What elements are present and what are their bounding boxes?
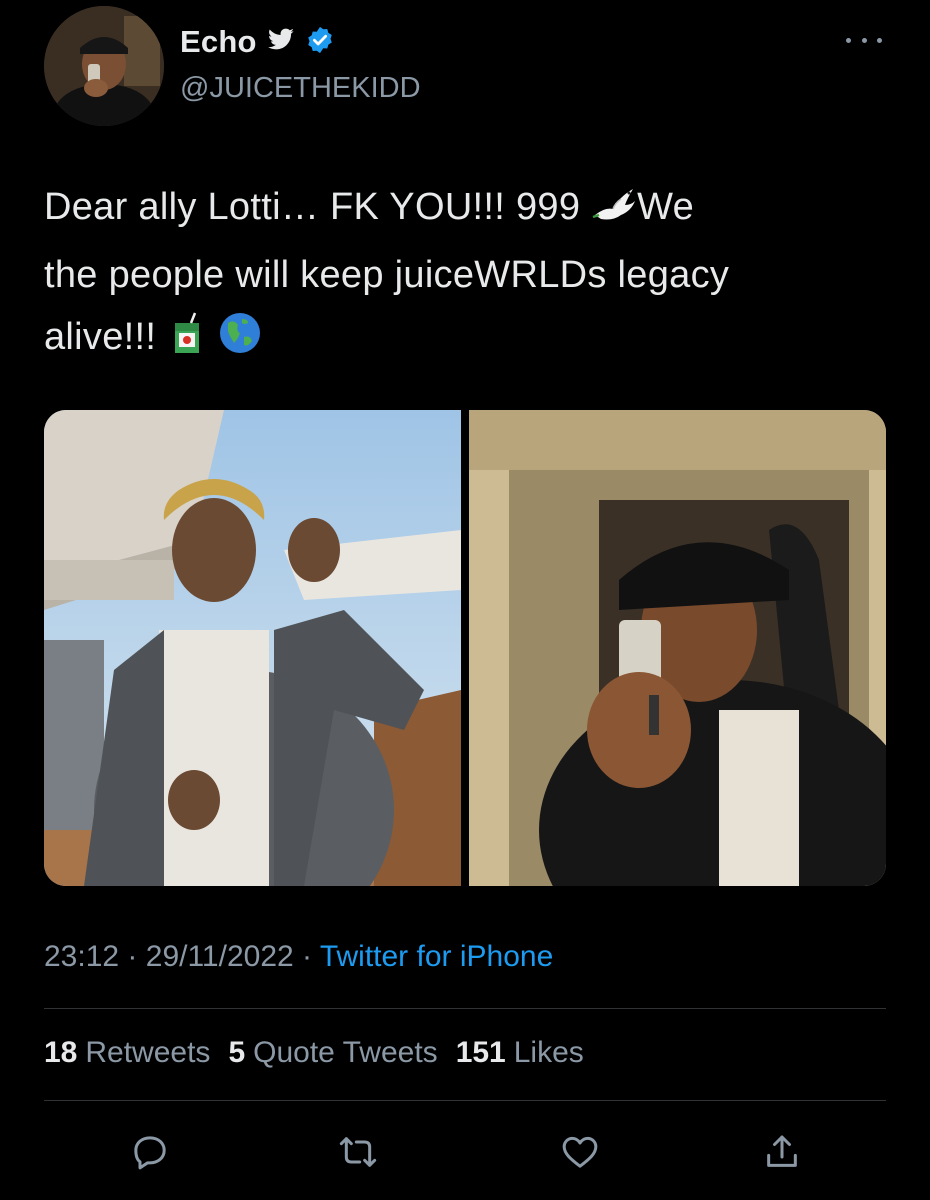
- tweet-stats: 18 Retweets 5 Quote Tweets 151 Likes: [44, 1036, 584, 1070]
- verified-badge-icon: [305, 25, 335, 60]
- meta-separator: ·: [302, 940, 313, 973]
- tweet-source-link[interactable]: Twitter for iPhone: [320, 940, 553, 973]
- retweets-label: Retweets: [85, 1036, 211, 1069]
- meta-separator: ·: [127, 940, 138, 973]
- tweet-text-segment: Dear ally Lotti… FK YOU!!! 999: [44, 186, 581, 228]
- quote-tweets-label: Quote Tweets: [253, 1036, 438, 1069]
- tweet-date[interactable]: 29/11/2022: [146, 940, 294, 973]
- reply-icon[interactable]: [122, 1124, 178, 1180]
- dove-emoji: [591, 182, 637, 244]
- retweet-icon[interactable]: [330, 1124, 386, 1180]
- author-name-row: Echo: [180, 24, 335, 60]
- quote-tweets-count: 5: [228, 1036, 246, 1069]
- dot: [877, 37, 882, 43]
- divider: [44, 1100, 886, 1101]
- tweet-header: Echo @JUICETHEKIDD: [44, 6, 886, 126]
- tweet-text-line-3: alive!!!: [44, 306, 894, 374]
- dot: [846, 37, 851, 43]
- like-icon[interactable]: [552, 1124, 608, 1180]
- globe-emoji: [218, 311, 262, 374]
- share-icon[interactable]: [754, 1124, 810, 1180]
- tweet-text-line-2: the people will keep juiceWRLDs legacy: [44, 254, 730, 296]
- tweet-time[interactable]: 23:12: [44, 940, 119, 973]
- likes-label: Likes: [513, 1036, 584, 1069]
- avatar[interactable]: [44, 6, 164, 126]
- display-name[interactable]: Echo: [180, 24, 257, 60]
- tweet-media: [44, 410, 886, 886]
- likes-count: 151: [455, 1036, 506, 1069]
- photo-2-image: [469, 410, 886, 886]
- tweet-actions: [44, 1124, 886, 1180]
- dot: [861, 37, 867, 43]
- tweet-text-segment: We: [637, 186, 695, 228]
- tweet-timestamp-line: 23:12 · 29/11/2022 · Twitter for iPhone: [44, 940, 553, 974]
- quote-tweets-stat[interactable]: 5 Quote Tweets: [228, 1036, 437, 1070]
- tweet-text-line-1: Dear ally Lotti… FK YOU!!! 999 We: [44, 176, 894, 244]
- divider: [44, 1008, 886, 1009]
- photo-1[interactable]: [44, 410, 461, 886]
- tweet-text: Dear ally Lotti… FK YOU!!! 999 We the pe…: [44, 176, 894, 374]
- avatar-image: [44, 6, 164, 126]
- author-handle[interactable]: @JUICETHEKIDD: [180, 72, 421, 105]
- tweet-text-segment: alive!!!: [44, 316, 157, 358]
- twitter-bird-icon: [267, 28, 295, 57]
- photo-1-image: [44, 410, 461, 886]
- retweets-stat[interactable]: 18 Retweets: [44, 1036, 210, 1070]
- retweets-count: 18: [44, 1036, 78, 1069]
- juice-box-emoji: [167, 311, 207, 374]
- more-options-icon[interactable]: [846, 30, 882, 50]
- likes-stat[interactable]: 151 Likes: [456, 1036, 584, 1070]
- photo-2[interactable]: [469, 410, 886, 886]
